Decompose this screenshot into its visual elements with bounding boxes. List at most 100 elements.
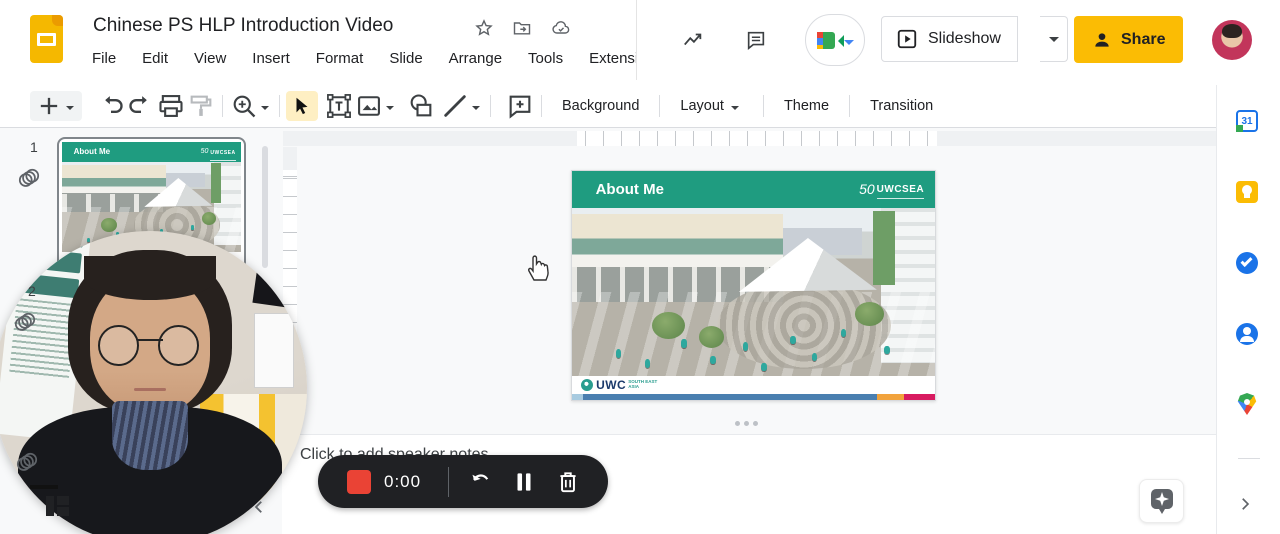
avatar-hair xyxy=(1222,24,1242,38)
cloud-saved-icon[interactable] xyxy=(551,18,571,38)
person-dot xyxy=(811,352,818,361)
person-dot xyxy=(789,335,796,345)
pause-recording-icon[interactable] xyxy=(511,469,537,495)
maps-icon[interactable] xyxy=(1237,393,1257,415)
side-panel-divider xyxy=(1238,458,1260,459)
comment-history-icon[interactable] xyxy=(745,29,767,51)
notes-resize-handle[interactable] xyxy=(735,421,758,426)
tree xyxy=(699,325,725,348)
select-tool-button[interactable] xyxy=(286,91,318,121)
toolbar-divider xyxy=(222,95,223,117)
glasses-right-lens xyxy=(157,325,199,366)
transition-button[interactable]: Transition xyxy=(856,98,947,114)
presenter-scarf xyxy=(112,400,188,470)
add-comment-icon[interactable] xyxy=(505,92,535,120)
uwcsea-logo: 50 UWCSEA xyxy=(859,180,925,199)
restart-recording-icon[interactable] xyxy=(467,469,493,495)
insert-shape-icon[interactable] xyxy=(406,92,436,120)
mouse-hand-cursor xyxy=(528,255,549,281)
meet-call-button[interactable] xyxy=(805,14,865,66)
presenter-fringe xyxy=(84,256,216,301)
brand-50: 50 xyxy=(859,181,875,198)
activity-trend-icon[interactable] xyxy=(682,29,704,51)
menu-file[interactable]: File xyxy=(92,50,116,67)
brand-name: UWCSEA xyxy=(210,150,236,157)
delete-recording-icon[interactable] xyxy=(555,469,581,495)
account-avatar[interactable] xyxy=(1212,20,1252,60)
zoom-icon[interactable] xyxy=(229,92,259,120)
person-dot xyxy=(760,362,767,372)
menu-view[interactable]: View xyxy=(194,50,226,67)
explore-sparkle-icon xyxy=(1150,489,1173,514)
slide1-rings-icon[interactable] xyxy=(16,166,42,192)
move-folder-icon[interactable] xyxy=(512,18,532,38)
menu-slide[interactable]: Slide xyxy=(389,50,422,67)
header-actions-card: Slideshow Share xyxy=(636,0,1280,80)
thumb-slide-title: About Me xyxy=(73,147,111,157)
menu-insert[interactable]: Insert xyxy=(252,50,290,67)
slides-app-icon[interactable] xyxy=(30,15,63,63)
footer-uwc: UWC xyxy=(596,378,627,393)
redo-icon[interactable] xyxy=(126,92,156,120)
slides-icon-rect xyxy=(37,33,56,46)
layout-label: Layout xyxy=(680,98,724,114)
share-button[interactable]: Share xyxy=(1074,16,1184,63)
uwcsea-logo: 50 UWCSEA xyxy=(201,142,236,162)
menu-tools[interactable]: Tools xyxy=(528,50,563,67)
slide3-rings-icon[interactable] xyxy=(14,450,40,476)
main-slide[interactable]: About Me 50 UWCSEA UWC SOUTH EAST ASIA xyxy=(571,170,936,401)
star-icon[interactable] xyxy=(474,18,494,38)
uwc-globe-icon xyxy=(581,379,594,392)
toolbar-divider xyxy=(279,95,280,117)
toolbar-divider xyxy=(849,95,851,117)
contacts-icon[interactable] xyxy=(1236,323,1258,345)
menu-arrange[interactable]: Arrange xyxy=(449,50,502,67)
zoom-caret-icon xyxy=(261,105,269,110)
grid-view-toggle[interactable] xyxy=(46,496,70,518)
insert-image-icon[interactable] xyxy=(354,92,384,120)
collapse-filmstrip-icon[interactable] xyxy=(250,498,268,516)
text-box-icon[interactable] xyxy=(324,92,354,120)
person-dot xyxy=(884,345,890,355)
calendar-day: 31 xyxy=(1241,115,1253,127)
menu-bar: File Edit View Insert Format Slide Arran… xyxy=(92,50,662,67)
expand-side-panel-icon[interactable] xyxy=(1236,495,1254,513)
recording-time: 0:00 xyxy=(384,471,422,491)
tasks-icon[interactable] xyxy=(1236,252,1258,274)
explore-button[interactable] xyxy=(1139,479,1184,523)
calendar-icon[interactable]: 31 xyxy=(1236,110,1258,132)
new-slide-button[interactable] xyxy=(30,91,82,121)
person-dot xyxy=(190,225,194,230)
print-icon[interactable] xyxy=(156,92,186,120)
slide-footer: UWC SOUTH EASTASIA xyxy=(572,376,935,395)
background-button[interactable]: Background xyxy=(548,98,653,114)
slideshow-button[interactable]: Slideshow xyxy=(881,16,1018,62)
person-dot xyxy=(615,349,622,358)
menu-edit[interactable]: Edit xyxy=(142,50,168,67)
insert-line-icon[interactable] xyxy=(440,92,470,120)
layout-button[interactable]: Layout xyxy=(666,98,757,114)
slideshow-options-button[interactable] xyxy=(1040,16,1068,62)
slide2-rings-icon[interactable] xyxy=(12,310,38,336)
undo-icon[interactable] xyxy=(96,92,126,120)
recorder-divider xyxy=(448,466,450,497)
campus-green-wall xyxy=(873,210,896,286)
toolbar-divider xyxy=(659,95,661,117)
paint-format-icon[interactable] xyxy=(186,92,216,120)
theme-button[interactable]: Theme xyxy=(770,98,843,114)
tree xyxy=(201,212,216,226)
keep-icon[interactable] xyxy=(1236,181,1258,203)
person-dot xyxy=(709,355,716,365)
presenter-mouth xyxy=(134,388,166,391)
toolbar: Background Layout Theme Transition xyxy=(0,85,1216,128)
present-play-icon xyxy=(897,29,917,49)
caret-down-icon xyxy=(1048,36,1059,42)
document-title[interactable]: Chinese PS HLP Introduction Video xyxy=(93,15,393,37)
person-dot xyxy=(742,342,749,351)
glasses-bridge xyxy=(137,339,163,342)
tree xyxy=(651,312,685,340)
clipboard xyxy=(253,312,295,388)
stop-record-button[interactable] xyxy=(347,469,371,494)
menu-format[interactable]: Format xyxy=(316,50,364,67)
campus-photo xyxy=(572,207,935,377)
